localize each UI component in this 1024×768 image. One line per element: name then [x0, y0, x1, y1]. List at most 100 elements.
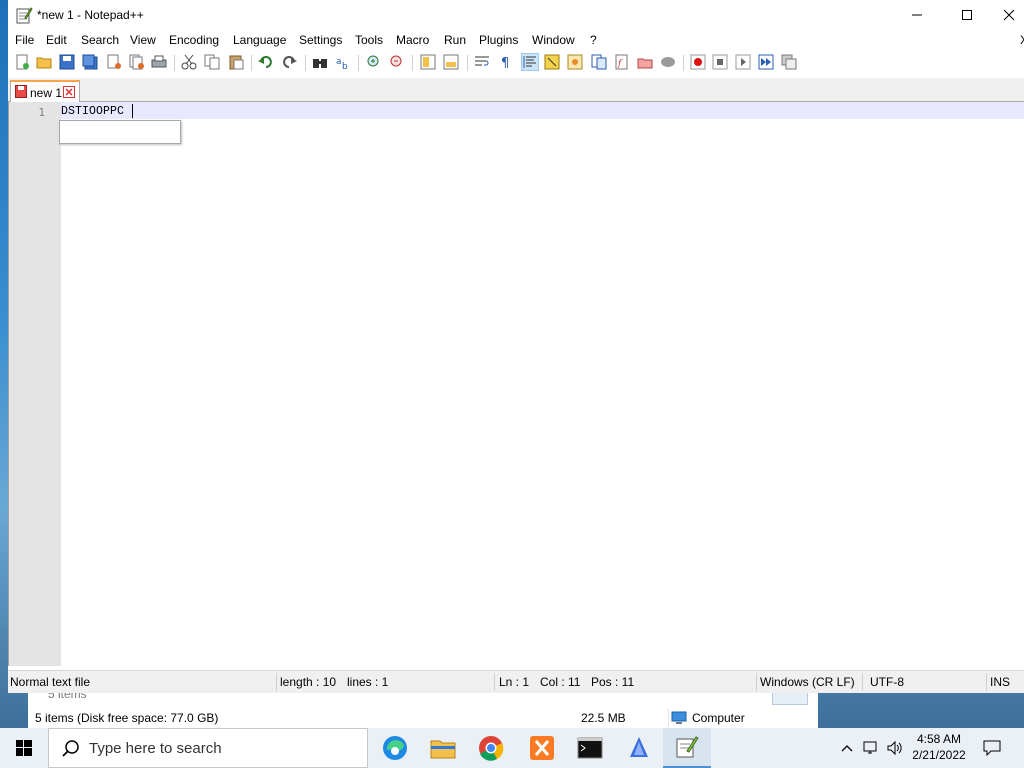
- clock-date: 2/21/2022: [912, 748, 966, 762]
- tab-new-1[interactable]: new 1: [10, 80, 80, 102]
- minimize-button[interactable]: [894, 0, 940, 30]
- taskbar-clock[interactable]: 4:58 AM 2/21/2022: [904, 731, 974, 763]
- taskbar-terminal[interactable]: [566, 728, 614, 768]
- maximize-button[interactable]: [944, 0, 990, 30]
- toolbar: ab ¶ f: [8, 50, 1024, 76]
- explorer-view-buttons[interactable]: [772, 691, 808, 705]
- notifications-button[interactable]: [978, 728, 1006, 768]
- replace-icon[interactable]: ab: [335, 54, 351, 70]
- redo-icon[interactable]: [281, 54, 297, 70]
- tab-close-icon[interactable]: [63, 86, 75, 98]
- search-placeholder: Type here to search: [89, 740, 222, 757]
- doc-list-icon[interactable]: [637, 54, 653, 70]
- explorer-location: Computer: [668, 709, 745, 727]
- status-bar: Normal text file length : 10 lines : 1 L…: [8, 670, 1024, 693]
- copy-icon[interactable]: [204, 54, 220, 70]
- menu-bar: File Edit Search View Encoding Language …: [8, 30, 1024, 50]
- menu-run[interactable]: Run: [444, 33, 466, 47]
- editor-text[interactable]: DSTIOOPPC: [61, 105, 124, 118]
- start-button[interactable]: [0, 728, 48, 768]
- status-divider: [756, 673, 757, 691]
- new-file-icon[interactable]: [14, 54, 30, 70]
- stop-macro-icon[interactable]: [712, 54, 728, 70]
- show-hidden-icons-button[interactable]: [836, 728, 858, 768]
- taskbar-search-box[interactable]: Type here to search: [48, 728, 368, 768]
- explorer-location-label: Computer: [692, 711, 745, 725]
- current-line-highlight: [61, 102, 1024, 119]
- taskbar-chrome[interactable]: [467, 728, 515, 768]
- taskbar-notepadpp[interactable]: [663, 728, 711, 768]
- sync-vertical-icon[interactable]: [420, 54, 436, 70]
- toolbar-separator: [251, 55, 252, 71]
- text-caret: [132, 104, 133, 118]
- find-icon[interactable]: [312, 54, 328, 70]
- taskbar-xampp[interactable]: [518, 728, 566, 768]
- volume-icon: [887, 740, 902, 756]
- udl-icon[interactable]: [544, 54, 560, 70]
- autocomplete-popup[interactable]: [59, 120, 181, 144]
- menu-view[interactable]: View: [130, 33, 156, 47]
- status-pos: Pos : 11: [591, 675, 635, 689]
- toolbar-separator: [305, 55, 306, 71]
- tab-label: new 1: [30, 86, 63, 100]
- menu-window[interactable]: Window: [532, 33, 575, 47]
- toolbar-separator: [358, 55, 359, 71]
- indent-guide-icon[interactable]: [521, 53, 539, 71]
- zoom-in-icon[interactable]: [366, 54, 382, 70]
- toolbar-separator: [467, 55, 468, 71]
- run-macro-multiple-icon[interactable]: [758, 54, 774, 70]
- taskbar-file-explorer[interactable]: [419, 728, 467, 768]
- clock-time: 4:58 AM: [916, 732, 962, 746]
- unsaved-file-icon: [15, 85, 27, 98]
- close-icon[interactable]: [106, 54, 122, 70]
- save-macro-icon[interactable]: [781, 54, 797, 70]
- save-all-icon[interactable]: [82, 54, 98, 70]
- save-icon[interactable]: [59, 54, 75, 70]
- monitoring-icon[interactable]: [660, 54, 676, 70]
- edge-icon: [383, 736, 407, 760]
- menu-file[interactable]: File: [15, 33, 34, 47]
- notepadpp-icon: [16, 7, 33, 24]
- zoom-out-icon[interactable]: [389, 54, 405, 70]
- menu-macro[interactable]: Macro: [396, 33, 429, 47]
- svg-text:a: a: [336, 57, 342, 67]
- network-icon: [863, 741, 877, 754]
- menu-edit[interactable]: Edit: [46, 33, 67, 47]
- doc-map-icon[interactable]: [567, 54, 583, 70]
- undo-icon[interactable]: [258, 54, 274, 70]
- taskbar-app[interactable]: [615, 728, 663, 768]
- taskbar-edge[interactable]: [371, 728, 419, 768]
- chevron-up-icon: [841, 745, 853, 752]
- play-macro-icon[interactable]: [735, 54, 751, 70]
- menu-help[interactable]: ?: [590, 33, 597, 47]
- show-all-chars-icon[interactable]: ¶: [498, 54, 514, 70]
- title-bar[interactable]: *new 1 - Notepad++: [8, 0, 1024, 30]
- menu-search[interactable]: Search: [81, 33, 119, 47]
- line-number-gutter: 1: [9, 102, 61, 666]
- close-button[interactable]: [986, 0, 1024, 30]
- sync-horizontal-icon[interactable]: [443, 54, 459, 70]
- minimize-icon: [912, 14, 922, 16]
- network-tray[interactable]: [860, 728, 882, 768]
- status-file-type: Normal text file: [10, 675, 91, 689]
- volume-tray[interactable]: [884, 728, 906, 768]
- menu-tools[interactable]: Tools: [355, 33, 383, 47]
- text-editor[interactable]: 1 DSTIOOPPC: [8, 102, 1024, 666]
- menu-settings[interactable]: Settings: [299, 33, 342, 47]
- menu-language[interactable]: Language: [233, 33, 286, 47]
- windows-logo-icon: [16, 740, 32, 756]
- menu-close-doc[interactable]: X: [1020, 33, 1024, 47]
- folder-as-workspace-icon[interactable]: f: [614, 54, 630, 70]
- close-all-icon[interactable]: [129, 54, 145, 70]
- menu-plugins[interactable]: Plugins: [479, 33, 518, 47]
- open-file-icon[interactable]: [36, 54, 52, 70]
- word-wrap-icon[interactable]: [474, 54, 490, 70]
- computer-icon: [671, 711, 687, 724]
- record-macro-icon[interactable]: [690, 54, 706, 70]
- paste-icon[interactable]: [228, 54, 244, 70]
- function-list-icon[interactable]: [591, 54, 607, 70]
- cut-icon[interactable]: [181, 54, 197, 70]
- menu-encoding[interactable]: Encoding: [169, 33, 219, 47]
- print-icon[interactable]: [151, 54, 167, 70]
- terminal-icon: [577, 737, 603, 759]
